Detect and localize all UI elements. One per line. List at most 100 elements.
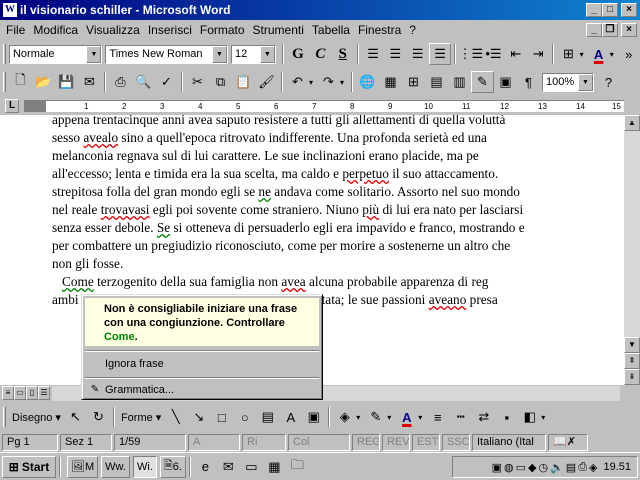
taskbar-item[interactable]: 🗎 6.: [159, 455, 186, 478]
font-size-select[interactable]: 12 ▼: [230, 44, 276, 64]
borders-icon[interactable]: ⊞: [557, 43, 579, 65]
spelling-icon[interactable]: ✓: [155, 71, 178, 93]
print-icon[interactable]: ⎙: [109, 71, 132, 93]
taskbar-item[interactable]: W w.: [101, 455, 130, 478]
new-document-icon[interactable]: 🗋: [9, 71, 32, 93]
line-icon[interactable]: ╲: [164, 406, 187, 428]
undo-dropdown-icon[interactable]: ▾: [309, 78, 317, 87]
menu-view[interactable]: Visualizza: [86, 23, 140, 37]
fill-color-icon[interactable]: ◈: [333, 406, 356, 428]
decrease-indent-icon[interactable]: ⇤: [505, 43, 527, 65]
more-buttons-icon[interactable]: »: [618, 43, 640, 65]
menu-edit[interactable]: Modifica: [33, 23, 78, 37]
align-right-icon[interactable]: ☰: [407, 43, 429, 65]
explorer-icon[interactable]: 🗀: [286, 456, 309, 478]
printer-icon[interactable]: ⎙: [578, 461, 587, 474]
rectangle-icon[interactable]: □: [210, 406, 233, 428]
toolbar-grip[interactable]: [3, 407, 6, 427]
tray-app-icon[interactable]: ◈: [589, 461, 597, 474]
italic-button[interactable]: C: [309, 43, 331, 65]
email-icon[interactable]: ✉: [78, 71, 101, 93]
document-line[interactable]: non gli fosse.: [52, 255, 123, 273]
doc-minimize-button[interactable]: _: [586, 23, 602, 37]
paste-icon[interactable]: 📋: [232, 71, 255, 93]
wordart-icon[interactable]: A: [279, 406, 302, 428]
document-line[interactable]: strepitosa folla del gran mondo egli se …: [52, 183, 520, 201]
font-color-button[interactable]: A: [587, 43, 609, 65]
toolbar-grip[interactable]: [3, 72, 6, 92]
grammar-item[interactable]: ✎ Grammatica...: [85, 381, 319, 399]
tab-selector[interactable]: L: [5, 99, 19, 113]
network-icon[interactable]: ▣: [492, 461, 502, 474]
align-center-icon[interactable]: ☰: [384, 43, 406, 65]
line-color-icon[interactable]: ✎: [364, 406, 387, 428]
increase-indent-icon[interactable]: ⇥: [527, 43, 549, 65]
media-icon[interactable]: ▦: [263, 456, 286, 478]
doc-restore-button[interactable]: ❐: [602, 23, 618, 37]
document-line[interactable]: per combattere un pregiudizio riconosciu…: [52, 237, 510, 255]
line-color-dropdown-icon[interactable]: ▾: [387, 413, 395, 422]
autoshapes-menu-button[interactable]: Forme ▾: [118, 411, 164, 424]
justify-icon[interactable]: ☰: [428, 43, 452, 65]
3d-icon[interactable]: ◧: [518, 406, 541, 428]
volume-icon[interactable]: 🔈: [550, 461, 564, 474]
desktop-icon[interactable]: ▭: [240, 456, 263, 478]
maximize-button[interactable]: □: [602, 3, 618, 17]
chevron-down-icon[interactable]: ▼: [578, 73, 593, 91]
document-line[interactable]: senza esser debole. Se si otteneva di pe…: [52, 219, 525, 237]
ignore-sentence-item[interactable]: Ignora frase: [85, 355, 319, 373]
status-language[interactable]: Italiano (Ital: [472, 433, 546, 451]
font-color-dropdown-icon[interactable]: ▾: [610, 50, 618, 59]
menu-help[interactable]: ?: [409, 23, 416, 37]
web-view-icon[interactable]: ▭: [14, 386, 26, 400]
menu-file[interactable]: File: [6, 23, 25, 37]
tables-borders-icon[interactable]: ▦: [379, 71, 402, 93]
internet-explorer-icon[interactable]: e: [194, 456, 217, 478]
zoom-select[interactable]: 100% ▼: [542, 72, 594, 92]
save-icon[interactable]: 💾: [55, 71, 78, 93]
status-ovr[interactable]: SSC: [442, 433, 470, 451]
document-line[interactable]: nel reale trovavasi egli poi sovente com…: [52, 201, 523, 219]
columns-icon[interactable]: ▥: [448, 71, 471, 93]
print-layout-icon[interactable]: ▯: [26, 386, 38, 400]
arrow-style-icon[interactable]: ⇄: [472, 406, 495, 428]
document-map-icon[interactable]: ▣: [494, 71, 517, 93]
style-select[interactable]: Normale ▼: [8, 44, 103, 64]
document-line[interactable]: Come terzogenito della sua famiglia non …: [52, 273, 488, 291]
line-style-icon[interactable]: ≡: [426, 406, 449, 428]
close-button[interactable]: ×: [621, 3, 637, 17]
monitor-icon[interactable]: ▭: [516, 461, 526, 474]
outline-view-icon[interactable]: ☰: [38, 386, 50, 400]
menu-format[interactable]: Formato: [200, 23, 245, 37]
draw-menu-button[interactable]: Disegno ▾: [9, 411, 64, 424]
clock[interactable]: 19.51: [603, 461, 631, 473]
globe-icon[interactable]: ◍: [504, 461, 514, 474]
title-bar[interactable]: W il visionario schiller - Microsoft Wor…: [0, 0, 640, 20]
print-preview-icon[interactable]: 🔍: [132, 71, 155, 93]
menu-tools[interactable]: Strumenti: [253, 23, 304, 37]
vertical-scrollbar[interactable]: ▲ ▼ ⇞ ⇟: [624, 115, 640, 385]
chevron-down-icon[interactable]: ▼: [86, 45, 102, 63]
insert-table-icon[interactable]: ⊞: [402, 71, 425, 93]
document-line[interactable]: all'eccesso; lenta e timida era la sua s…: [52, 165, 498, 183]
bulleted-list-icon[interactable]: •☰: [482, 43, 504, 65]
spelling-status-icon[interactable]: 📖✗: [548, 433, 588, 451]
text-box-icon[interactable]: ▤: [256, 406, 279, 428]
arrow-icon[interactable]: ↘: [187, 406, 210, 428]
redo-icon[interactable]: ↷: [317, 71, 340, 93]
antivirus-icon[interactable]: ◆: [528, 461, 536, 474]
minimize-button[interactable]: _: [586, 3, 602, 17]
menu-window[interactable]: Finestra: [358, 23, 401, 37]
taskbar-item-active[interactable]: W i.: [132, 455, 157, 478]
menu-table[interactable]: Tabella: [312, 23, 350, 37]
help-icon[interactable]: ?: [597, 71, 620, 93]
undo-icon[interactable]: ↶: [286, 71, 309, 93]
redo-dropdown-icon[interactable]: ▾: [340, 78, 348, 87]
chevron-down-icon[interactable]: ▼: [211, 45, 227, 63]
document-line[interactable]: sesso avealo sino a quell'epoca ritrovat…: [52, 129, 487, 147]
ruler-strip[interactable]: 1 2 3 4 5 6 7 8 9 10 11 12 13 14 15: [24, 100, 624, 112]
numbered-list-icon[interactable]: ⋮☰: [458, 43, 483, 65]
show-hide-icon[interactable]: ¶: [517, 71, 540, 93]
status-ext[interactable]: EST: [412, 433, 440, 451]
font-select[interactable]: Times New Roman ▼: [105, 44, 228, 64]
